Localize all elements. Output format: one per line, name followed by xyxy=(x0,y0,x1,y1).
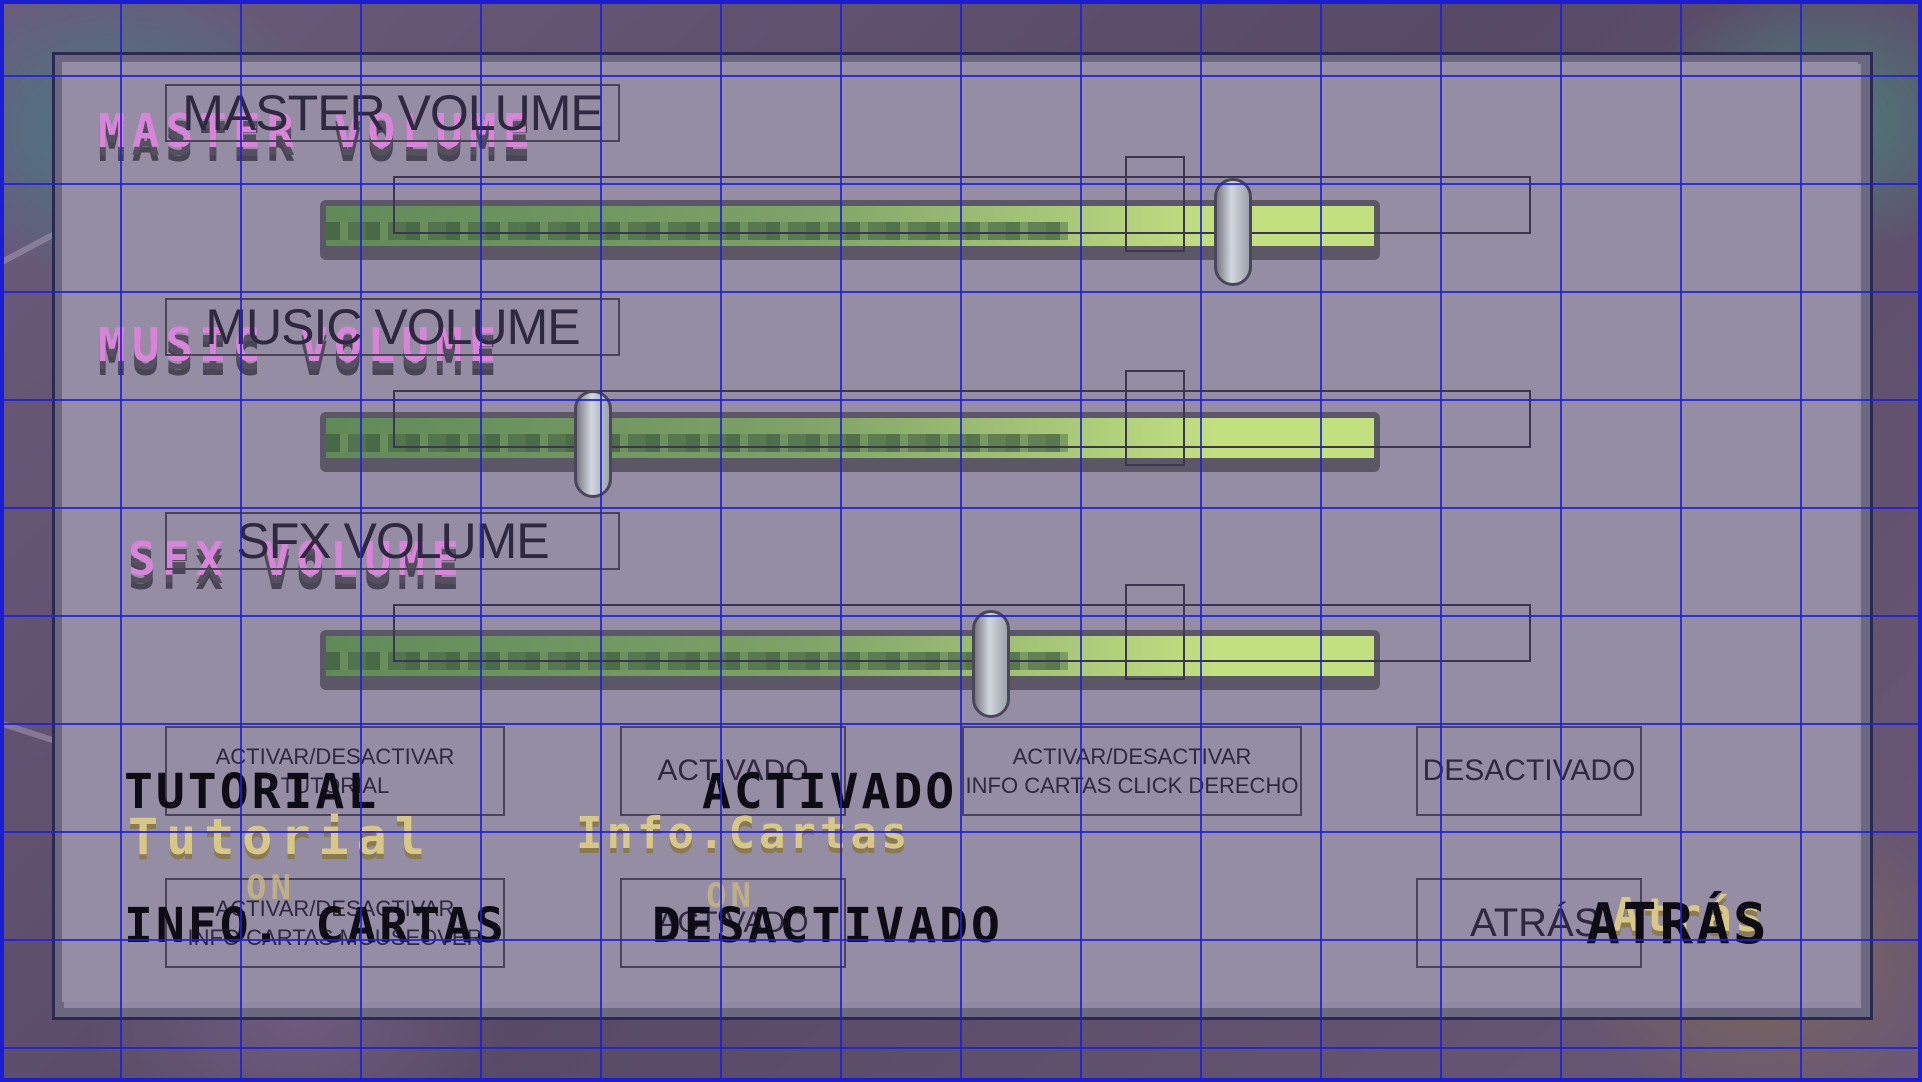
info-click-line1: ACTIVAR/DESACTIVAR xyxy=(1012,744,1252,769)
info-click-line2: INFO CARTAS CLICK DERECHO xyxy=(965,773,1299,798)
music-volume-label: MUSIC VOLUME xyxy=(165,298,620,356)
music-volume-default-marker xyxy=(1125,370,1185,466)
tutorial-gold-label: Tutorial xyxy=(128,808,433,866)
music-volume-slider[interactable] xyxy=(393,390,1531,448)
master-volume-default-marker xyxy=(1125,156,1185,252)
info-cartas-gold-label: Info.Cartas xyxy=(576,808,912,859)
sfx-volume-slider[interactable] xyxy=(393,604,1531,662)
info-click-toggle-button[interactable]: ACTIVAR/DESACTIVAR INFO CARTAS CLICK DER… xyxy=(962,726,1302,816)
master-volume-knob[interactable] xyxy=(1214,178,1252,286)
master-volume-slider[interactable] xyxy=(393,176,1531,234)
music-volume-knob[interactable] xyxy=(574,390,612,498)
back-pixel-label: ATRÁS xyxy=(1586,892,1770,957)
info-cartas-pixel-label: INFO. CARTAS xyxy=(124,898,507,954)
sfx-volume-default-marker xyxy=(1125,584,1185,680)
sfx-volume-label: SFX VOLUME xyxy=(165,512,620,570)
sfx-volume-knob[interactable] xyxy=(972,610,1010,718)
master-volume-label: MASTER VOLUME xyxy=(165,84,620,142)
info-click-state-button[interactable]: DESACTIVADO xyxy=(1416,726,1642,816)
info-cartas-state-pixel-label: DESACTIVADO xyxy=(652,898,1003,954)
